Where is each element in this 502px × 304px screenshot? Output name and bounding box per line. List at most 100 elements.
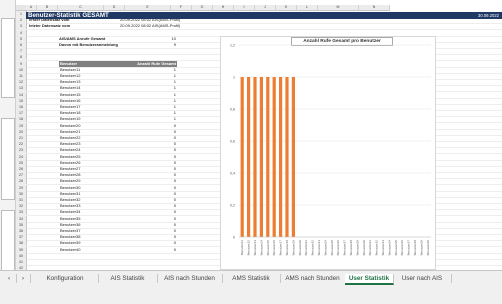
row-number[interactable]: 14 [16,91,27,98]
row-number[interactable]: 37 [16,234,27,241]
row-number[interactable]: 13 [16,85,27,92]
row-number[interactable]: 24 [16,153,27,160]
bar[interactable] [285,77,289,237]
row-number[interactable]: 19 [16,122,27,129]
user-name-cell[interactable]: Benutzer29 [60,178,120,184]
user-count-cell[interactable]: 1 [136,104,176,110]
user-name-cell[interactable]: Benutzer37 [60,228,120,234]
row-number[interactable]: 3 [16,23,27,30]
row-number[interactable]: 26 [16,166,27,172]
row-number[interactable]: 35 [16,221,27,228]
row-number[interactable]: 17 [16,110,27,117]
row-number[interactable]: 20 [16,128,27,135]
tab-scroll-right[interactable]: › [16,274,31,283]
row-number[interactable]: 23 [16,147,27,154]
row-number[interactable]: 7 [16,48,27,55]
user-count-cell[interactable]: 1 [136,67,176,73]
user-count-cell[interactable]: 0 [136,178,176,184]
user-name-cell[interactable]: Benutzer39 [60,240,120,246]
user-count-cell[interactable]: 0 [136,247,176,253]
user-count-cell[interactable]: 1 [136,98,176,104]
user-name-cell[interactable]: Benutzer25 [60,154,120,160]
user-count-cell[interactable]: 1 [136,110,176,116]
row-number[interactable]: 30 [16,190,27,197]
row-number[interactable]: 9 [16,60,27,67]
user-name-cell[interactable]: Benutzer36 [60,222,120,228]
row-number[interactable]: 21 [16,135,27,141]
row-number[interactable]: 40 [16,252,27,259]
user-count-cell[interactable]: 1 [136,79,176,85]
row-number[interactable]: 10 [16,66,27,73]
user-count-cell[interactable]: 0 [136,228,176,234]
row-number[interactable]: 4 [16,29,27,36]
user-count-cell[interactable]: 0 [136,209,176,215]
user-name-cell[interactable]: Benutzer21 [60,129,120,135]
bar[interactable] [247,77,251,237]
row-number[interactable]: 38 [16,240,27,247]
user-name-cell[interactable]: Benutzer31 [60,191,120,197]
user-name-cell[interactable]: Benutzer22 [60,135,120,141]
row-number[interactable]: 33 [16,209,27,216]
tab-scroll-left[interactable]: ‹ [2,274,17,283]
bar[interactable] [259,77,263,237]
tab-ais-statistik[interactable]: AIS Statistik [98,274,158,283]
user-name-cell[interactable]: Benutzer24 [60,147,120,153]
user-count-cell[interactable]: 0 [136,234,176,240]
user-count-cell[interactable]: 0 [136,197,176,203]
user-count-cell[interactable]: 0 [136,222,176,228]
user-name-cell[interactable]: Benutzer13 [60,79,120,85]
row-number[interactable]: 6 [16,42,27,48]
user-name-cell[interactable]: Benutzer38 [60,234,120,240]
row-number[interactable]: 11 [16,73,27,79]
user-name-cell[interactable]: Benutzer11 [60,67,120,73]
user-count-cell[interactable]: 0 [136,172,176,178]
tab-ais-nach-stunden[interactable]: AIS nach Stunden [157,274,223,283]
user-count-cell[interactable]: 0 [136,147,176,153]
user-count-cell[interactable]: 1 [136,73,176,79]
row-number[interactable]: 32 [16,203,27,210]
row-number[interactable]: 34 [16,215,27,222]
user-count-cell[interactable]: 0 [136,135,176,141]
row-number[interactable]: 25 [16,159,27,166]
user-name-cell[interactable]: Benutzer32 [60,197,120,203]
user-name-cell[interactable]: Benutzer14 [60,85,120,91]
row-number[interactable]: 5 [16,35,27,42]
tab-user-statistik[interactable]: User Statistik [345,274,394,285]
user-count-cell[interactable]: 1 [136,92,176,98]
tab-konfiguration[interactable]: Konfiguration [32,274,99,283]
bar[interactable] [240,77,244,237]
user-count-cell[interactable]: 1 [136,85,176,91]
user-count-cell[interactable]: 0 [136,240,176,246]
row-number[interactable]: 12 [16,79,27,86]
bar[interactable] [291,77,295,237]
user-count-cell[interactable]: 0 [136,154,176,160]
user-name-cell[interactable]: Benutzer15 [60,92,120,98]
user-name-cell[interactable]: Benutzer17 [60,104,120,110]
user-count-cell[interactable]: 1 [136,116,176,122]
user-count-cell[interactable]: 0 [136,141,176,147]
bar[interactable] [253,77,257,237]
user-name-cell[interactable]: Benutzer26 [60,160,120,166]
user-name-cell[interactable]: Benutzer12 [60,73,120,79]
user-count-cell[interactable]: 0 [136,166,176,172]
user-name-cell[interactable]: Benutzer34 [60,209,120,215]
user-name-cell[interactable]: Benutzer20 [60,123,120,129]
user-count-cell[interactable]: 0 [136,203,176,209]
user-name-cell[interactable]: Benutzer19 [60,116,120,122]
tab-ams-statistik[interactable]: AMS Statistik [222,274,281,283]
row-number[interactable]: 15 [16,97,27,104]
bar[interactable] [266,77,270,237]
row-number[interactable]: 22 [16,141,27,148]
user-name-cell[interactable]: Benutzer40 [60,247,120,253]
bar[interactable] [272,77,276,237]
user-count-cell[interactable]: 0 [136,123,176,129]
bar[interactable] [279,77,283,237]
row-number[interactable]: 8 [16,54,27,61]
user-count-cell[interactable]: 0 [136,185,176,191]
user-count-cell[interactable]: 0 [136,191,176,197]
user-name-cell[interactable]: Benutzer16 [60,98,120,104]
row-number[interactable]: 28 [16,178,27,185]
row-number[interactable]: 18 [16,116,27,123]
user-name-cell[interactable]: Benutzer23 [60,141,120,147]
row-number[interactable]: 16 [16,104,27,110]
